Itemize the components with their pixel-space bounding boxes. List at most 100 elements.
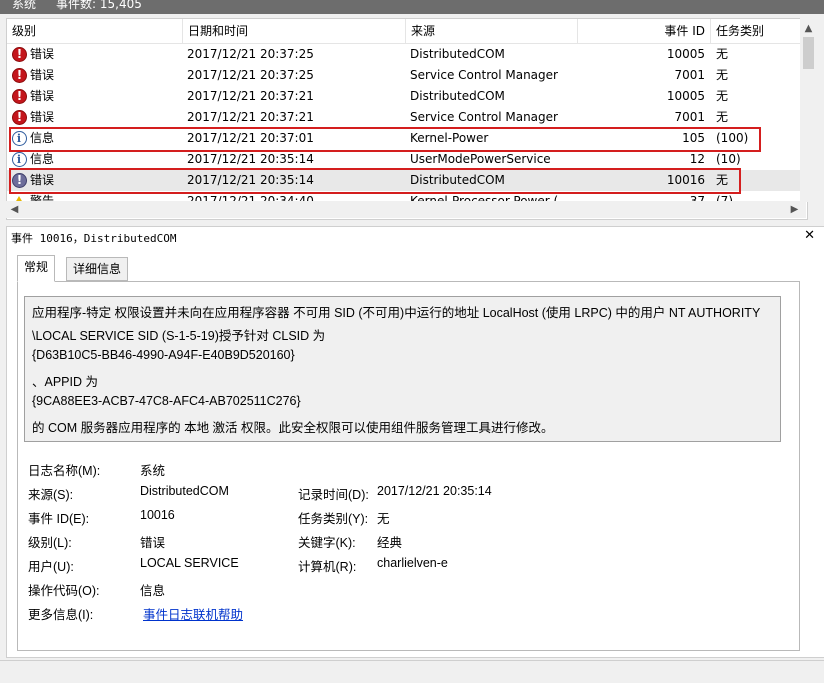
event-row[interactable]: 错误 2017/12/21 20:37:21 DistributedCOM 10…: [7, 86, 805, 107]
error-icon: [12, 170, 27, 191]
event-id: 10005: [666, 47, 705, 61]
level-label: 级别(L):: [28, 536, 72, 550]
event-datetime: 2017/12/21 20:37:25: [187, 47, 314, 61]
user-value: LOCAL SERVICE: [140, 556, 239, 570]
event-task: 无: [716, 47, 729, 61]
event-list-header: 级别 日期和时间 来源 事件 ID 任务类别: [7, 19, 806, 44]
description-line: 、APPID 为: [32, 375, 98, 389]
event-datetime: 2017/12/21 20:35:14: [187, 173, 314, 187]
event-datetime: 2017/12/21 20:37:21: [187, 89, 314, 103]
event-task: 无: [716, 68, 729, 82]
event-level: 信息: [30, 152, 55, 166]
event-row[interactable]: 错误 2017/12/21 20:37:21 Service Control M…: [7, 107, 805, 128]
event-list[interactable]: 级别 日期和时间 来源 事件 ID 任务类别 错误 2017/12/21 20:…: [6, 18, 808, 220]
column-datetime[interactable]: 日期和时间: [183, 19, 406, 43]
event-level: 错误: [30, 110, 55, 124]
event-id: 105: [682, 131, 705, 145]
scroll-left-icon[interactable]: ◀: [6, 201, 23, 218]
event-row[interactable]: 错误 2017/12/21 20:37:25 DistributedCOM 10…: [7, 44, 805, 65]
opcode-value: 信息: [140, 584, 166, 598]
event-source: Service Control Manager: [410, 110, 558, 124]
scroll-right-icon[interactable]: ▶: [786, 201, 803, 218]
description-line: 应用程序-特定 权限设置并未向在应用程序容器 不可用 SID (不可用)中运行的…: [32, 306, 761, 320]
detail-title: 事件 10016，DistributedCOM: [11, 232, 177, 245]
event-source: DistributedCOM: [410, 89, 505, 103]
list-vertical-scrollbar[interactable]: ▲: [800, 18, 817, 202]
event-task: (100): [716, 131, 749, 145]
keywords-value: 经典: [377, 536, 403, 550]
event-task: 无: [716, 89, 729, 103]
tab-details[interactable]: 详细信息: [66, 257, 129, 281]
event-level: 错误: [30, 47, 55, 61]
error-icon: [12, 86, 27, 107]
error-icon: [12, 44, 27, 65]
logged-value: 2017/12/21 20:35:14: [377, 484, 492, 498]
log-name-label: 日志名称(M):: [28, 464, 101, 478]
description-line: {D63B10C5-BB46-4990-A94F-E40B9D520160}: [32, 348, 295, 362]
log-tab-title: 系统: [12, 0, 37, 11]
level-value: 错误: [140, 536, 166, 550]
event-id: 7001: [674, 68, 705, 82]
source-label: 来源(S):: [28, 488, 74, 502]
event-level: 错误: [30, 173, 55, 187]
scroll-thumb[interactable]: [803, 37, 814, 69]
event-datetime: 2017/12/21 20:37:21: [187, 110, 314, 124]
error-icon: [12, 65, 27, 86]
event-source: DistributedCOM: [410, 47, 505, 61]
event-id: 10005: [666, 89, 705, 103]
error-icon: [12, 107, 27, 128]
event-task: (10): [716, 152, 741, 166]
event-level: 错误: [30, 89, 55, 103]
event-source: UserModePowerService: [410, 152, 551, 166]
task-category-value: 无: [377, 512, 390, 526]
event-row[interactable]: 信息 2017/12/21 20:37:01 Kernel-Power 105 …: [7, 128, 805, 149]
info-icon: [12, 149, 27, 170]
event-description: 应用程序-特定 权限设置并未向在应用程序容器 不可用 SID (不可用)中运行的…: [24, 296, 781, 442]
event-id-value: 10016: [140, 508, 175, 522]
event-level: 信息: [30, 131, 55, 145]
description-line: {9CA88EE3-ACB7-47C8-AFC4-AB702511C276}: [32, 394, 301, 408]
computer-label: 计算机(R):: [298, 560, 357, 574]
event-count: 事件数: 15,405: [56, 0, 142, 11]
bottom-status-bar: [0, 660, 824, 683]
event-datetime: 2017/12/21 20:37:01: [187, 131, 314, 145]
event-id: 7001: [674, 110, 705, 124]
source-value: DistributedCOM: [140, 484, 229, 498]
column-event-id[interactable]: 事件 ID: [578, 19, 711, 43]
description-line: \LOCAL SERVICE SID (S-1-5-19)授予针对 CLSID …: [32, 329, 326, 343]
task-category-label: 任务类别(Y):: [298, 512, 369, 526]
event-row[interactable]: 信息 2017/12/21 20:35:14 UserModePowerServ…: [7, 149, 805, 170]
event-source: DistributedCOM: [410, 173, 505, 187]
log-name-value: 系统: [140, 464, 166, 478]
computer-value: charlielven-e: [377, 556, 448, 570]
event-id: 12: [689, 152, 705, 166]
top-bar: 系统 事件数: 15,405: [0, 0, 824, 14]
logged-label: 记录时间(D):: [298, 488, 369, 502]
event-task: 无: [716, 110, 729, 124]
event-id-label: 事件 ID(E):: [28, 512, 90, 526]
event-id: 10016: [666, 173, 705, 187]
event-detail-pane: 事件 10016，DistributedCOM ✕ 常规 详细信息: [6, 226, 824, 658]
more-info-label: 更多信息(I):: [28, 608, 94, 622]
column-source[interactable]: 来源: [406, 19, 578, 43]
event-source: Kernel-Power: [410, 131, 489, 145]
close-icon[interactable]: ✕: [804, 228, 815, 243]
info-icon: [12, 128, 27, 149]
keywords-label: 关键字(K):: [298, 536, 356, 550]
list-horizontal-scrollbar[interactable]: ◀ ▶: [6, 201, 806, 218]
event-log-online-help-link[interactable]: 事件日志联机帮助: [143, 604, 243, 623]
column-task-category[interactable]: 任务类别: [711, 19, 806, 43]
event-datetime: 2017/12/21 20:37:25: [187, 68, 314, 82]
event-task: 无: [716, 173, 729, 187]
tab-general[interactable]: 常规: [17, 255, 56, 282]
column-level[interactable]: 级别: [7, 19, 183, 43]
event-row-selected[interactable]: 错误 2017/12/21 20:35:14 DistributedCOM 10…: [7, 170, 805, 191]
opcode-label: 操作代码(O):: [28, 584, 100, 598]
event-row[interactable]: 错误 2017/12/21 20:37:25 Service Control M…: [7, 65, 805, 86]
event-level: 错误: [30, 68, 55, 82]
event-datetime: 2017/12/21 20:35:14: [187, 152, 314, 166]
scroll-up-icon[interactable]: ▲: [800, 20, 817, 37]
description-line: 的 COM 服务器应用程序的 本地 激活 权限。此安全权限可以使用组件服务管理工…: [32, 421, 554, 435]
event-source: Service Control Manager: [410, 68, 558, 82]
user-label: 用户(U):: [28, 560, 74, 574]
